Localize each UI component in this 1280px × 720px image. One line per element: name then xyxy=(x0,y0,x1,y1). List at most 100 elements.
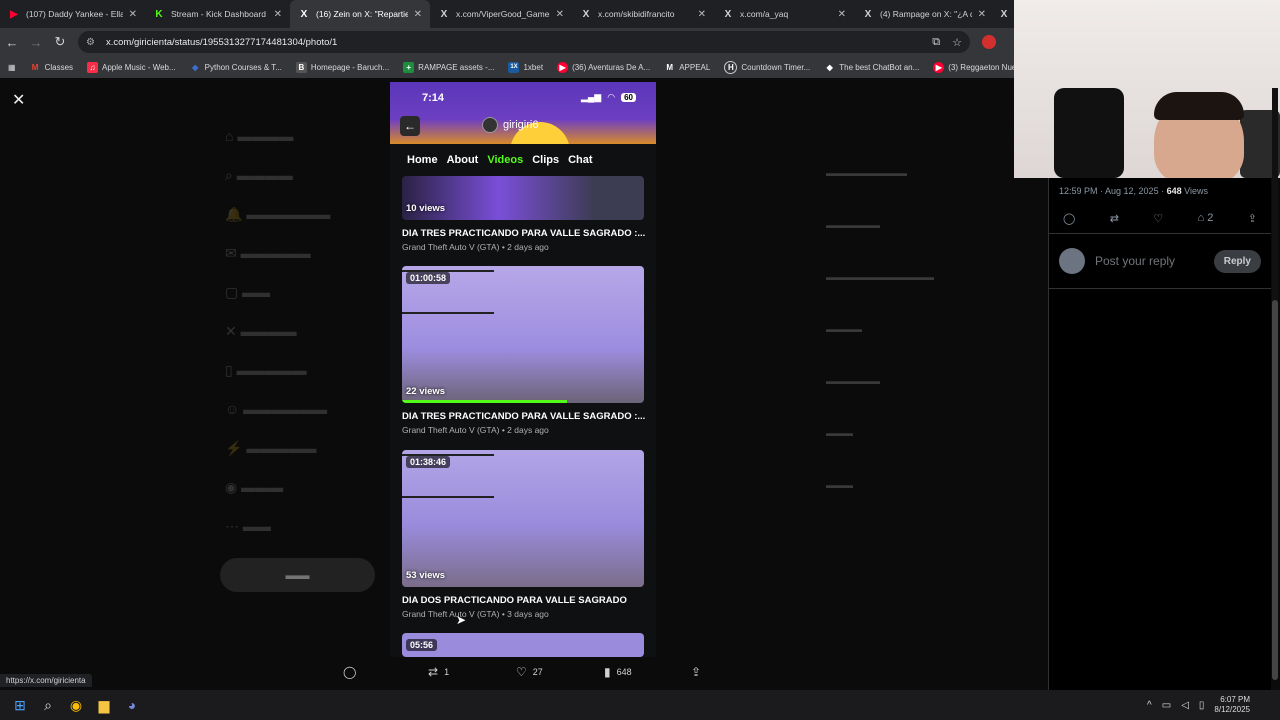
scrollbar-thumb[interactable] xyxy=(1272,300,1278,680)
volume-icon[interactable]: ◁ xyxy=(1181,700,1189,711)
site-info-icon[interactable]: ⚙ xyxy=(86,37,100,48)
video-meta: Grand Theft Auto V (GTA) • 3 days ago xyxy=(402,609,549,619)
bar-chart-icon: ▮ xyxy=(604,665,611,679)
browser-tab-bar: ▶ (107) Daddy Yankee - Ella ✕ K Stream -… xyxy=(0,0,1014,28)
youtube-icon: ▶ xyxy=(557,61,569,73)
close-icon[interactable]: ✕ xyxy=(274,9,282,20)
back-arrow-icon[interactable]: ← xyxy=(0,30,24,54)
close-icon[interactable]: ✕ xyxy=(414,9,422,20)
x-icon: X xyxy=(864,8,872,20)
video-duration: 05:56 xyxy=(406,639,438,651)
bookmark-label: APPEAL xyxy=(679,62,711,72)
bookmark-reggaeton[interactable]: ▶ (3) Reggaeton Nuev... xyxy=(933,61,1026,73)
bookmark-baruch[interactable]: B Homepage - Baruch... xyxy=(295,61,389,73)
tab-about: About xyxy=(446,154,479,166)
install-icon[interactable]: ⧉ xyxy=(932,36,940,49)
close-icon[interactable]: ✕ xyxy=(556,9,564,20)
heart-icon[interactable]: ♡ xyxy=(1153,212,1163,225)
view-count: 648 xyxy=(616,667,632,677)
repost-icon[interactable]: ⇄ xyxy=(1110,212,1119,225)
video-title: DIA TRES PRACTICANDO PARA VALLE SAGRADO … xyxy=(402,228,646,239)
bookmark-label: Apple Music - Web... xyxy=(102,62,176,72)
system-clock[interactable]: 6:07 PM 8/12/2025 xyxy=(1214,695,1250,715)
reply-input[interactable]: Post your reply xyxy=(1095,254,1214,268)
streamer-hair xyxy=(1154,92,1244,120)
bookmark-label: Countdown Timer... xyxy=(741,62,811,72)
bookmark-classes[interactable]: M Classes xyxy=(30,62,73,73)
windows-start-icon[interactable]: ⊞ xyxy=(6,690,34,720)
battery-icon[interactable]: ▯ xyxy=(1199,700,1205,711)
video-meta: Grand Theft Auto V (GTA) • 2 days ago xyxy=(402,242,549,252)
battery-icon: 60 xyxy=(621,93,636,102)
url-text: x.com/giricienta/status/1955313277174481… xyxy=(106,36,338,48)
avatar xyxy=(1059,248,1085,274)
video-meta: Grand Theft Auto V (GTA) • 2 days ago xyxy=(402,425,549,435)
apps-grid-icon[interactable]: ▦ xyxy=(8,63,16,72)
gmail-icon: M xyxy=(31,62,39,72)
tab-kick-dashboard[interactable]: K Stream - Kick Dashboard ✕ xyxy=(145,0,290,28)
close-icon[interactable]: ✕ xyxy=(129,9,137,20)
browser-toolbar: ← → ↻ ⚙ x.com/giricienta/status/19553132… xyxy=(0,28,1014,56)
bookmark-appeal[interactable]: M APPEAL xyxy=(664,62,710,73)
bookmark-aventuras[interactable]: ▶ (36) Aventuras De A... xyxy=(557,61,651,73)
tab-a-yaq[interactable]: X x.com/a_yaq ✕ xyxy=(714,0,854,28)
tab-zein-on-x[interactable]: X (16) Zein on X: "Repartien ✕ xyxy=(290,0,430,28)
clock-time: 6:07 PM xyxy=(1220,695,1250,704)
discord-icon[interactable]: ◕ xyxy=(118,690,146,720)
webcam-overlay xyxy=(1014,0,1280,178)
reply-button[interactable]: ◯ xyxy=(343,665,356,679)
close-icon[interactable]: ✕ xyxy=(12,90,25,110)
repost-count: 1 xyxy=(444,667,450,677)
wifi-icon: ◠ xyxy=(607,92,616,102)
video-card: 01:38:46 53 views DIA DOS PRACTICANDO PA… xyxy=(402,450,644,619)
close-icon[interactable]: ✕ xyxy=(978,9,986,20)
bookmark-label: (36) Aventuras De A... xyxy=(572,62,651,72)
share-icon[interactable]: ⇪ xyxy=(1248,212,1257,225)
reply-submit-button[interactable]: Reply xyxy=(1213,249,1261,273)
forward-arrow-icon[interactable]: → xyxy=(24,30,48,54)
dimmed-trends: ▬▬▬▬▬▬▬▬▬ ▬▬▬▬▬▬ ▬▬▬▬▬▬▬▬▬▬▬▬ ▬▬▬▬ ▬▬▬▬▬▬ ▬▬▬… xyxy=(826,168,934,490)
video-duration: 01:00:58 xyxy=(406,272,451,284)
x-icon: X xyxy=(724,8,732,20)
tab-videos: Videos xyxy=(487,154,524,166)
tab-skibidifrancito[interactable]: X x.com/skibidifrancito ✕ xyxy=(572,0,714,28)
close-icon[interactable]: ✕ xyxy=(698,9,706,20)
views-button[interactable]: ▮ 648 xyxy=(604,665,632,679)
view-count: 53 views xyxy=(406,570,446,581)
bookmark-chatbot[interactable]: ◆ The best ChatBot an... xyxy=(824,62,920,73)
chevron-up-icon[interactable]: ^ xyxy=(1147,700,1152,711)
repost-button[interactable]: ⇄ 1 xyxy=(428,665,449,679)
close-icon[interactable]: ✕ xyxy=(838,9,846,20)
tab-overflow[interactable]: X xyxy=(994,0,1014,28)
address-bar[interactable]: ⚙ x.com/giricienta/status/19553132771744… xyxy=(78,31,970,53)
chrome-icon[interactable]: ◉ xyxy=(62,690,90,720)
phone-screenshot[interactable]: 7:14 ▂▄▆ ◠ 60 ← girigiri6 Home About Vid… xyxy=(390,82,656,657)
video-thumbnail: 05:56 xyxy=(402,633,644,657)
tab-daddy-yankee[interactable]: ▶ (107) Daddy Yankee - Ella ✕ xyxy=(0,0,145,28)
tab-rampage[interactable]: X (4) Rampage on X: "¿A qu ✕ xyxy=(854,0,994,28)
tab-vipergood[interactable]: X x.com/ViperGood_Gamer ✕ xyxy=(430,0,572,28)
youtube-icon: ▶ xyxy=(10,8,18,20)
video-title: DIA TRES PRACTICANDO PARA VALLE SAGRADO … xyxy=(402,411,646,422)
profile-avatar[interactable] xyxy=(982,35,996,49)
bookmark-rampage-assets[interactable]: + RAMPAGE assets -... xyxy=(403,61,494,73)
star-icon[interactable]: ☆ xyxy=(952,36,962,49)
bookmark-countdown[interactable]: H Countdown Timer... xyxy=(724,60,811,74)
bookmark-button[interactable]: ⌂ 2 xyxy=(1198,212,1214,225)
file-explorer-icon[interactable]: ▆ xyxy=(90,690,118,720)
network-icon[interactable]: ▭ xyxy=(1162,700,1171,711)
repost-icon: ⇄ xyxy=(428,665,439,679)
bookmark-1xbet[interactable]: 1X 1xbet xyxy=(508,61,543,73)
engagement-row: ◯ ⇄ ♡ ⌂ 2 ⇪ xyxy=(1049,204,1271,234)
share-button[interactable]: ⇪ xyxy=(691,665,701,679)
like-button[interactable]: ♡ 27 xyxy=(516,665,543,679)
microphone-graphic xyxy=(1054,88,1124,178)
reload-icon[interactable]: ↻ xyxy=(48,30,72,54)
reply-icon[interactable]: ◯ xyxy=(1063,212,1075,225)
bookmark-python-courses[interactable]: ◆ Python Courses & T... xyxy=(190,62,282,73)
channel-name: girigiri6 xyxy=(503,119,539,131)
bookmark-apple-music[interactable]: ♫ Apple Music - Web... xyxy=(87,61,176,73)
search-icon[interactable]: ⌕ xyxy=(34,690,62,720)
sheets-icon: + xyxy=(403,61,415,73)
tab-clips: Clips xyxy=(532,154,560,166)
